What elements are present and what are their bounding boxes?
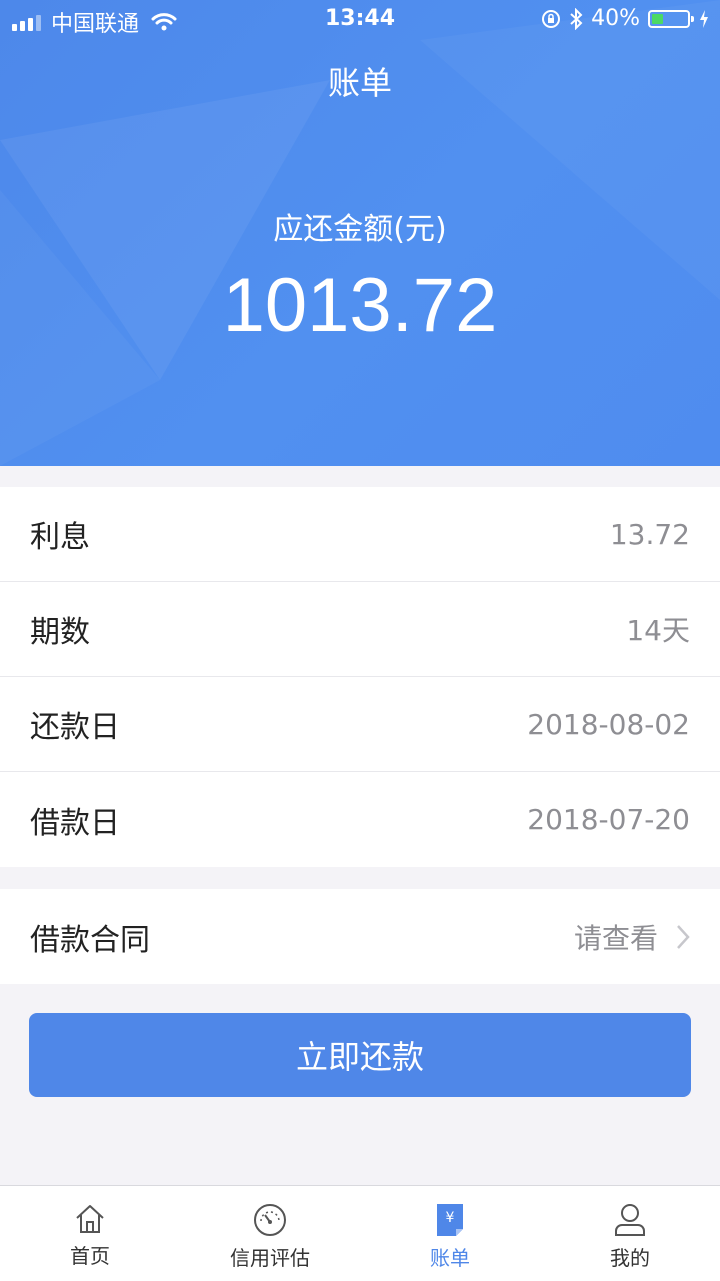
amount-due-value: 1013.72 <box>222 263 498 348</box>
detail-value: 2018-08-02 <box>527 707 690 741</box>
battery-percent: 40% <box>591 6 640 31</box>
rotation-lock-icon <box>542 9 561 28</box>
loan-contract-row[interactable]: 借款合同 请查看 <box>0 889 720 984</box>
page-title: 账单 <box>327 64 392 102</box>
gauge-icon <box>254 1204 286 1236</box>
detail-label: 还款日 <box>30 710 120 745</box>
contract-link-text[interactable]: 请查看 <box>574 917 658 957</box>
tab-label: 信用评估 <box>230 1246 310 1270</box>
tab-credit-assessment[interactable]: 信用评估 <box>180 1186 360 1281</box>
chevron-right-icon <box>677 924 690 949</box>
repay-now-button[interactable]: 立即还款 <box>29 1013 691 1097</box>
contract-label: 借款合同 <box>30 922 150 958</box>
detail-row-term: 期数 14天 <box>0 582 720 677</box>
tab-label: 首页 <box>70 1244 110 1268</box>
detail-value: 2018-07-20 <box>527 803 690 836</box>
detail-row-repayment-date: 还款日 2018-08-02 <box>0 677 720 772</box>
bill-icon: ¥ <box>437 1204 463 1236</box>
tab-home[interactable]: 首页 <box>0 1186 180 1281</box>
bill-details-list: 利息 13.72 期数 14天 还款日 2018-08-02 借款日 2018-… <box>0 487 720 867</box>
detail-value: 14天 <box>626 614 690 647</box>
bill-header: 中国联通 13:44 40% 账单 应还金额(元) 1013.72 <box>0 0 720 466</box>
status-bar: 中国联通 13:44 40% <box>0 0 720 40</box>
battery-level <box>652 13 664 24</box>
bluetooth-icon <box>570 7 583 30</box>
tab-label: 账单 <box>430 1246 470 1270</box>
svg-text:¥: ¥ <box>446 1210 455 1226</box>
charging-icon <box>700 9 708 28</box>
home-icon <box>76 1205 104 1233</box>
user-icon <box>615 1204 645 1236</box>
tab-bill[interactable]: ¥ 账单 <box>360 1186 540 1281</box>
battery-icon <box>648 9 694 28</box>
tab-label: 我的 <box>610 1246 650 1270</box>
detail-value: 13.72 <box>609 517 690 551</box>
detail-row-interest: 利息 13.72 <box>0 487 720 582</box>
tab-mine[interactable]: 我的 <box>540 1186 720 1281</box>
detail-label: 期数 <box>30 615 90 650</box>
contract-section: 借款合同 请查看 <box>0 889 720 984</box>
bottom-tab-bar: 首页 信用评估 ¥ 账单 我的 <box>0 1185 720 1281</box>
detail-label: 利息 <box>30 520 90 555</box>
amount-due-label: 应还金额(元) <box>273 212 447 247</box>
detail-row-loan-date: 借款日 2018-07-20 <box>0 772 720 867</box>
detail-label: 借款日 <box>30 805 120 841</box>
